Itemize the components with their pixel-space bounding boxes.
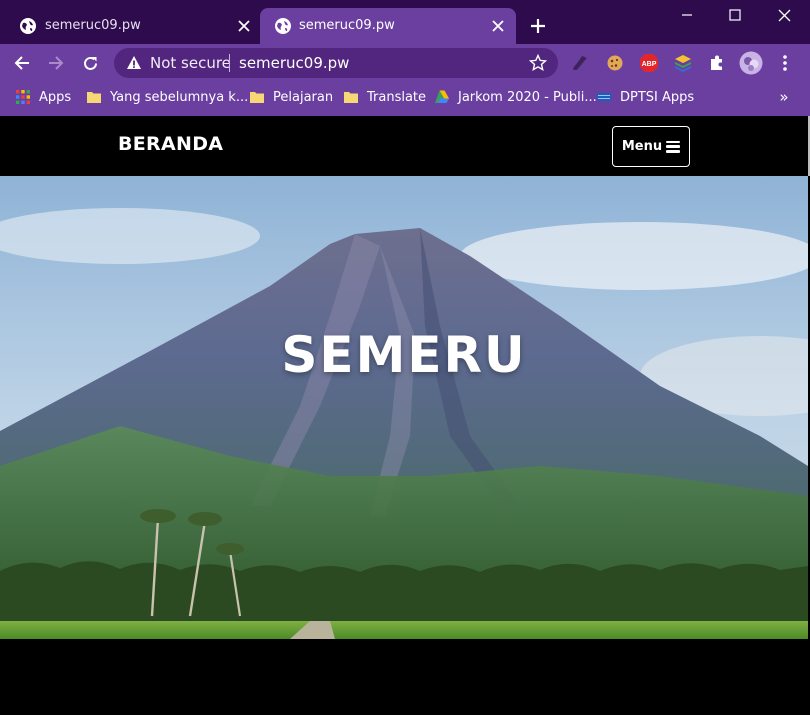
window-minimize-icon[interactable] — [674, 4, 700, 26]
bookmarks-bar: Apps Yang sebelumnya k... Pelajaran Tran… — [0, 82, 810, 116]
tab-title: semeruc09.pw — [45, 18, 141, 33]
address-bar[interactable]: Not secure semeruc09.pw — [114, 48, 558, 78]
bookmark-label: Translate — [367, 89, 427, 105]
new-tab-plus-icon[interactable] — [527, 15, 549, 37]
hamburger-icon — [666, 140, 681, 153]
browser-toolbar: Not secure semeruc09.pw ABP — [0, 44, 810, 82]
browser-tab-strip: semeruc09.pw semeruc09.pw — [0, 0, 810, 44]
google-drive-icon — [435, 90, 449, 103]
bookmark-label: Pelajaran — [273, 89, 334, 105]
web-page: BERANDA Menu SEMERU — [0, 116, 810, 715]
hero-banner: SEMERU — [0, 176, 808, 639]
tab-semeruc09-active[interactable]: semeruc09.pw — [260, 8, 516, 44]
close-tab-icon[interactable] — [234, 16, 254, 36]
bookmark-label: Jarkom 2020 - Publi... — [458, 89, 597, 105]
window-maximize-icon[interactable] — [722, 4, 748, 26]
window-close-icon[interactable] — [771, 4, 797, 26]
bookmark-folder-translate[interactable]: Translate — [343, 82, 426, 112]
bookmarks-overflow-chevron-icon[interactable]: » — [776, 87, 792, 107]
bookmark-jarkom-2020[interactable]: Jarkom 2020 - Publi... — [434, 82, 597, 112]
globe-icon — [275, 18, 291, 34]
extensions-puzzle-icon[interactable] — [707, 53, 727, 73]
bookmark-label: Apps — [39, 89, 72, 105]
url-text[interactable]: semeruc09.pw — [239, 55, 349, 72]
folder-icon — [87, 92, 101, 103]
more-options-kebab-icon[interactable] — [775, 53, 795, 73]
profile-avatar-icon[interactable] — [739, 51, 763, 75]
close-tab-icon[interactable] — [488, 16, 508, 36]
reload-icon[interactable] — [77, 50, 103, 76]
extension-adblock-icon[interactable]: ABP — [639, 53, 659, 73]
address-divider — [229, 54, 230, 72]
hero-title: SEMERU — [281, 326, 527, 384]
extension-layers-icon[interactable] — [673, 53, 693, 73]
not-secure-warning-icon[interactable] — [126, 55, 142, 71]
bookmark-star-icon[interactable] — [529, 54, 547, 72]
folder-icon — [344, 92, 358, 103]
bookmark-folder-yang-sebelumnya[interactable]: Yang sebelumnya k... — [86, 82, 248, 112]
menu-button[interactable]: Menu — [612, 126, 690, 167]
bookmark-label: Yang sebelumnya k... — [110, 89, 249, 105]
tab-title: semeruc09.pw — [299, 18, 395, 33]
menu-button-label: Menu — [621, 139, 663, 154]
mountain-photo — [0, 176, 808, 639]
dptsi-icon — [597, 93, 611, 101]
bookmark-label: DPTSI Apps — [620, 89, 695, 105]
back-arrow-icon[interactable] — [9, 50, 35, 76]
site-navbar: BERANDA Menu — [0, 116, 810, 176]
extension-cookie-icon[interactable] — [605, 53, 625, 73]
folder-icon — [250, 92, 264, 103]
globe-icon — [20, 18, 36, 34]
bookmark-apps[interactable]: Apps — [15, 82, 71, 112]
apps-grid-icon — [16, 90, 30, 104]
site-brand-link[interactable]: BERANDA — [118, 133, 223, 155]
extension-pen-icon[interactable] — [570, 53, 590, 73]
security-status-label[interactable]: Not secure — [150, 55, 231, 72]
bookmark-dptsi-apps[interactable]: DPTSI Apps — [596, 82, 694, 112]
forward-arrow-icon[interactable] — [43, 50, 69, 76]
tab-semeruc09-inactive[interactable]: semeruc09.pw — [0, 8, 260, 44]
bookmark-folder-pelajaran[interactable]: Pelajaran — [249, 82, 333, 112]
svg-text:ABP: ABP — [642, 61, 657, 68]
